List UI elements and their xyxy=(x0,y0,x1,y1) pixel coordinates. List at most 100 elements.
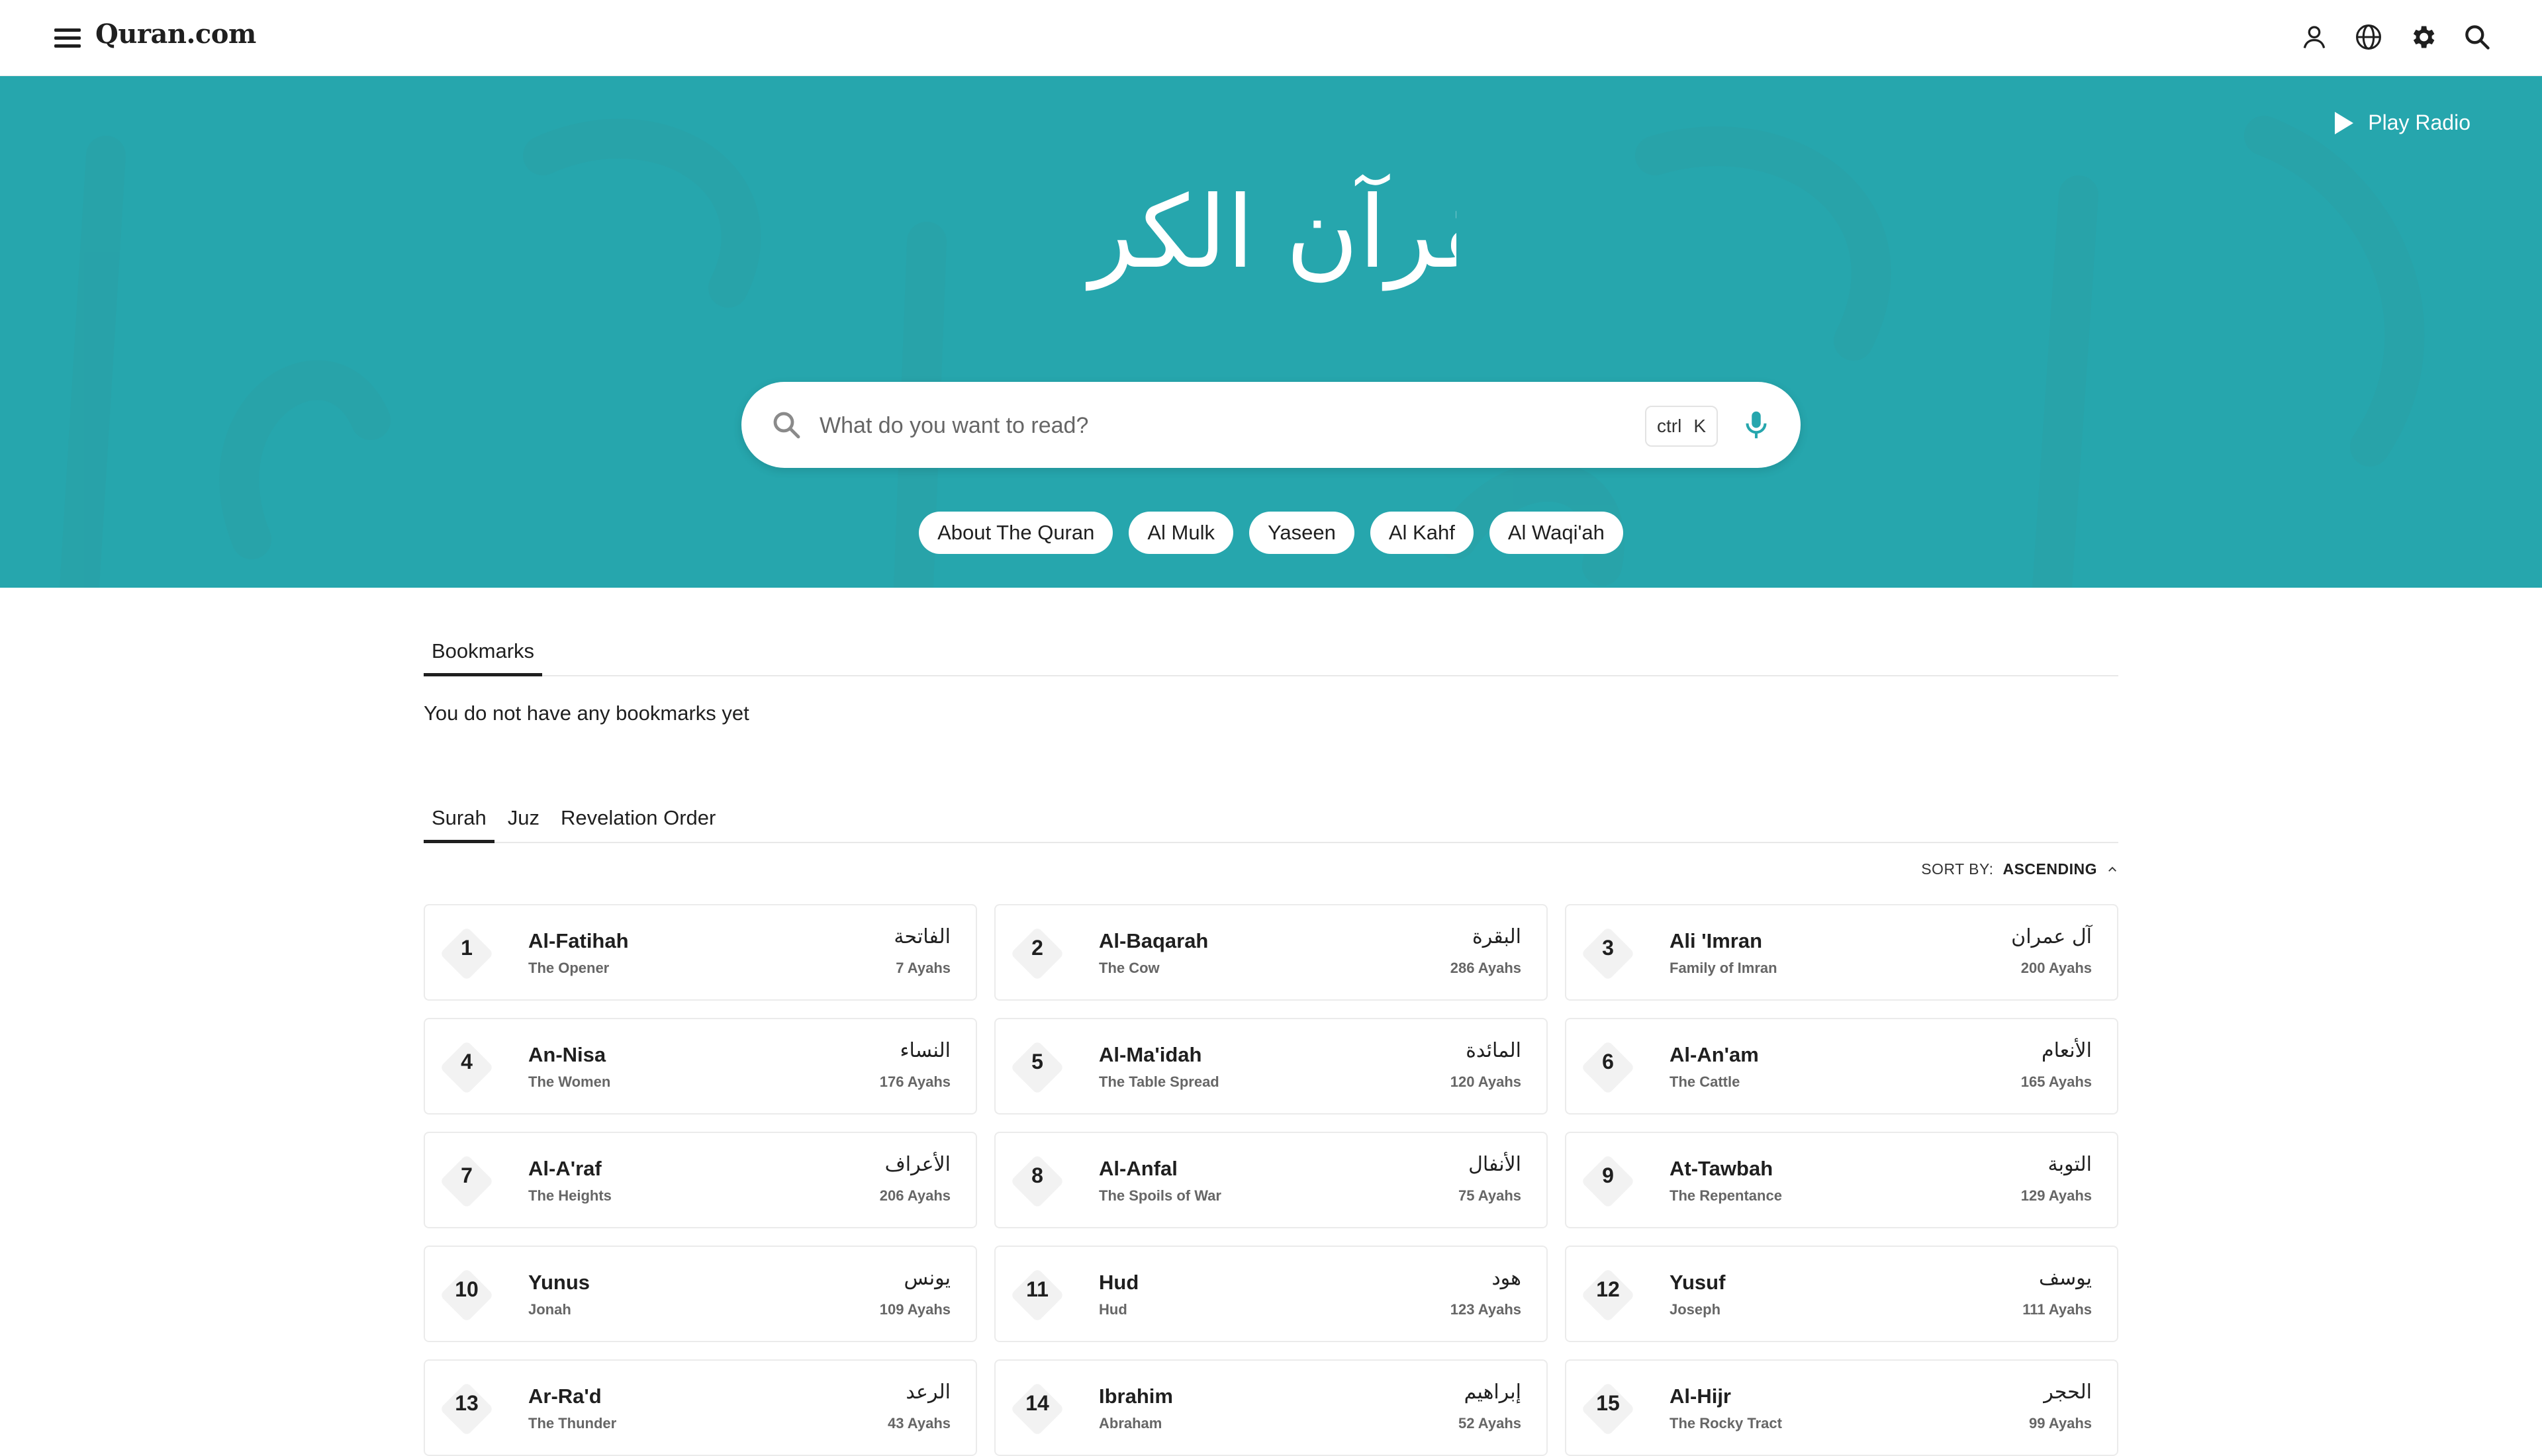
surah-name: Ali 'Imran xyxy=(1670,929,1763,952)
surah-arabic-name: البقرة xyxy=(1472,925,1521,948)
surah-card[interactable]: 14 Ibrahim Abraham إبراهيم 52 Ayahs xyxy=(994,1359,1548,1456)
surah-translation: The Heights xyxy=(528,1187,612,1204)
surah-card[interactable]: 15 Al-Hijr The Rocky Tract الحجر 99 Ayahs xyxy=(1565,1359,2118,1456)
surah-card[interactable]: 13 Ar-Ra'd The Thunder الرعد 43 Ayahs xyxy=(424,1359,977,1456)
surah-ayah-count: 52 Ayahs xyxy=(1458,1415,1521,1432)
surah-name: Ibrahim xyxy=(1099,1385,1173,1408)
surah-arabic-name: الأعراف xyxy=(884,1153,951,1176)
globe-icon[interactable] xyxy=(2351,20,2386,54)
surah-arabic-name: يونس xyxy=(904,1267,951,1290)
surah-ayah-count: 200 Ayahs xyxy=(2020,960,2092,976)
surah-ayah-count: 7 Ayahs xyxy=(896,960,951,976)
surah-ayah-count: 286 Ayahs xyxy=(1450,960,1521,976)
surah-arabic-name: النساء xyxy=(900,1039,951,1062)
surah-ayah-count: 111 Ayahs xyxy=(2022,1301,2092,1318)
gear-icon[interactable] xyxy=(2406,20,2440,54)
sort-value: ASCENDING xyxy=(2002,860,2097,878)
nav-icons xyxy=(2297,20,2494,54)
chip-about-the-quran[interactable]: About The Quran xyxy=(919,512,1113,554)
surah-card[interactable]: 9 At-Tawbah The Repentance التوبة 129 Ayahs xyxy=(1565,1132,2118,1228)
menu-icon[interactable] xyxy=(52,24,83,52)
sort-by-control[interactable]: SORT BY: ASCENDING xyxy=(1921,860,2118,878)
surah-translation: Joseph xyxy=(1670,1301,1721,1318)
top-navbar: Quran.com xyxy=(0,0,2542,76)
tab-revelation-order[interactable]: Revelation Order xyxy=(553,806,724,842)
chip-al-kahf[interactable]: Al Kahf xyxy=(1370,512,1474,554)
surah-translation: The Thunder xyxy=(528,1415,617,1432)
surah-ayah-count: 165 Ayahs xyxy=(2020,1073,2092,1090)
microphone-icon[interactable] xyxy=(1738,407,1774,443)
surah-ayah-count: 43 Ayahs xyxy=(888,1415,951,1432)
surah-card[interactable]: 10 Yunus Jonah يونس 109 Ayahs xyxy=(424,1246,977,1342)
surah-name: Yusuf xyxy=(1670,1271,1726,1294)
surah-arabic-name: التوبة xyxy=(2048,1153,2092,1176)
surah-card[interactable]: 6 Al-An'am The Cattle الأنعام 165 Ayahs xyxy=(1565,1018,2118,1115)
surah-card[interactable]: 5 Al-Ma'idah The Table Spread المائدة 120 Ay… xyxy=(994,1018,1548,1115)
tab-bookmarks[interactable]: Bookmarks xyxy=(424,639,543,676)
surah-card[interactable]: 3 Ali 'Imran Family of Imran آل عمران 200 Ay… xyxy=(1565,904,2118,1001)
surah-translation: The Cattle xyxy=(1670,1073,1740,1090)
search-input[interactable] xyxy=(818,402,1681,449)
surah-ayah-count: 129 Ayahs xyxy=(2020,1187,2092,1204)
surah-translation: The Repentance xyxy=(1670,1187,1782,1204)
surah-name: Al-Anfal xyxy=(1099,1157,1178,1180)
surah-number: 7 xyxy=(461,1163,473,1187)
surah-card[interactable]: 2 Al-Baqarah The Cow البقرة 286 Ayahs xyxy=(994,904,1548,1001)
surah-name: An-Nisa xyxy=(528,1043,606,1066)
surah-card[interactable]: 7 Al-A'raf The Heights الأعراف 206 Ayahs xyxy=(424,1132,977,1228)
surah-name: Al-An'am xyxy=(1670,1043,1759,1066)
site-logo[interactable]: Quran.com xyxy=(95,19,256,50)
surah-translation: The Women xyxy=(528,1073,611,1090)
surah-translation: Abraham xyxy=(1099,1415,1162,1432)
svg-text:القرآن الكريم: القرآن الكريم xyxy=(1086,173,1456,291)
surah-name: Al-A'raf xyxy=(528,1157,602,1180)
surah-name: Al-Hijr xyxy=(1670,1385,1731,1408)
surah-arabic-name: الرعد xyxy=(906,1381,951,1404)
user-icon[interactable] xyxy=(2297,20,2331,54)
surah-number: 8 xyxy=(1031,1163,1043,1187)
chip-al-mulk[interactable]: Al Mulk xyxy=(1129,512,1234,554)
surah-name: Yunus xyxy=(528,1271,590,1294)
surah-card[interactable]: 8 Al-Anfal The Spoils of War الأنفال 75 Ayah… xyxy=(994,1132,1548,1228)
surah-card[interactable]: 4 An-Nisa The Women النساء 176 Ayahs xyxy=(424,1018,977,1115)
surah-arabic-name: آل عمران xyxy=(2011,925,2092,948)
surah-ayah-count: 99 Ayahs xyxy=(2029,1415,2092,1432)
surah-arabic-name: الفاتحة xyxy=(894,925,951,948)
surah-number: 4 xyxy=(461,1050,473,1073)
sort-label: SORT BY: xyxy=(1921,860,1994,878)
surah-number: 6 xyxy=(1602,1050,1614,1073)
surah-number: 15 xyxy=(1596,1391,1620,1415)
surah-grid: 1 Al-Fatihah The Opener الفاتحة 7 Ayahs 2 Al-B… xyxy=(424,904,2118,1456)
surah-translation: Hud xyxy=(1099,1301,1127,1318)
surah-translation: Family of Imran xyxy=(1670,960,1777,976)
surah-card[interactable]: 11 Hud Hud هود 123 Ayahs xyxy=(994,1246,1548,1342)
hero-banner: Play Radio القرآن الكريم ctrl K About Th… xyxy=(0,76,2542,588)
tab-surah[interactable]: Surah xyxy=(424,806,494,843)
search-icon[interactable] xyxy=(2460,20,2494,54)
surah-number: 5 xyxy=(1031,1050,1043,1073)
surah-name: Al-Ma'idah xyxy=(1099,1043,1202,1066)
bookmarks-empty-message: You do not have any bookmarks yet xyxy=(424,702,749,725)
quran-calligraphy-logo: القرآن الكريم xyxy=(1086,173,1456,291)
surah-translation: The Opener xyxy=(528,960,610,976)
surah-number: 1 xyxy=(461,936,473,960)
surah-number: 14 xyxy=(1025,1391,1049,1415)
surah-translation: The Cow xyxy=(1099,960,1160,976)
chip-al-waqiah[interactable]: Al Waqi'ah xyxy=(1489,512,1623,554)
chevron-up-icon xyxy=(2108,866,2116,872)
surah-card[interactable]: 1 Al-Fatihah The Opener الفاتحة 7 Ayahs xyxy=(424,904,977,1001)
play-radio-button[interactable]: Play Radio xyxy=(2335,111,2471,135)
chip-yaseen[interactable]: Yaseen xyxy=(1249,512,1354,554)
surah-translation: The Spoils of War xyxy=(1099,1187,1221,1204)
surah-card[interactable]: 12 Yusuf Joseph يوسف 111 Ayahs xyxy=(1565,1246,2118,1342)
surah-number: 12 xyxy=(1596,1277,1620,1301)
surah-arabic-name: الأنفال xyxy=(1468,1153,1521,1176)
surah-ayah-count: 109 Ayahs xyxy=(879,1301,951,1318)
tab-juz[interactable]: Juz xyxy=(500,806,547,842)
surah-ayah-count: 176 Ayahs xyxy=(879,1073,951,1090)
play-radio-label: Play Radio xyxy=(2368,111,2471,134)
surah-name: Al-Fatihah xyxy=(528,929,629,952)
search-bar: ctrl K xyxy=(741,382,1801,468)
surah-arabic-name: إبراهيم xyxy=(1464,1381,1521,1404)
surah-ayah-count: 75 Ayahs xyxy=(1458,1187,1521,1204)
